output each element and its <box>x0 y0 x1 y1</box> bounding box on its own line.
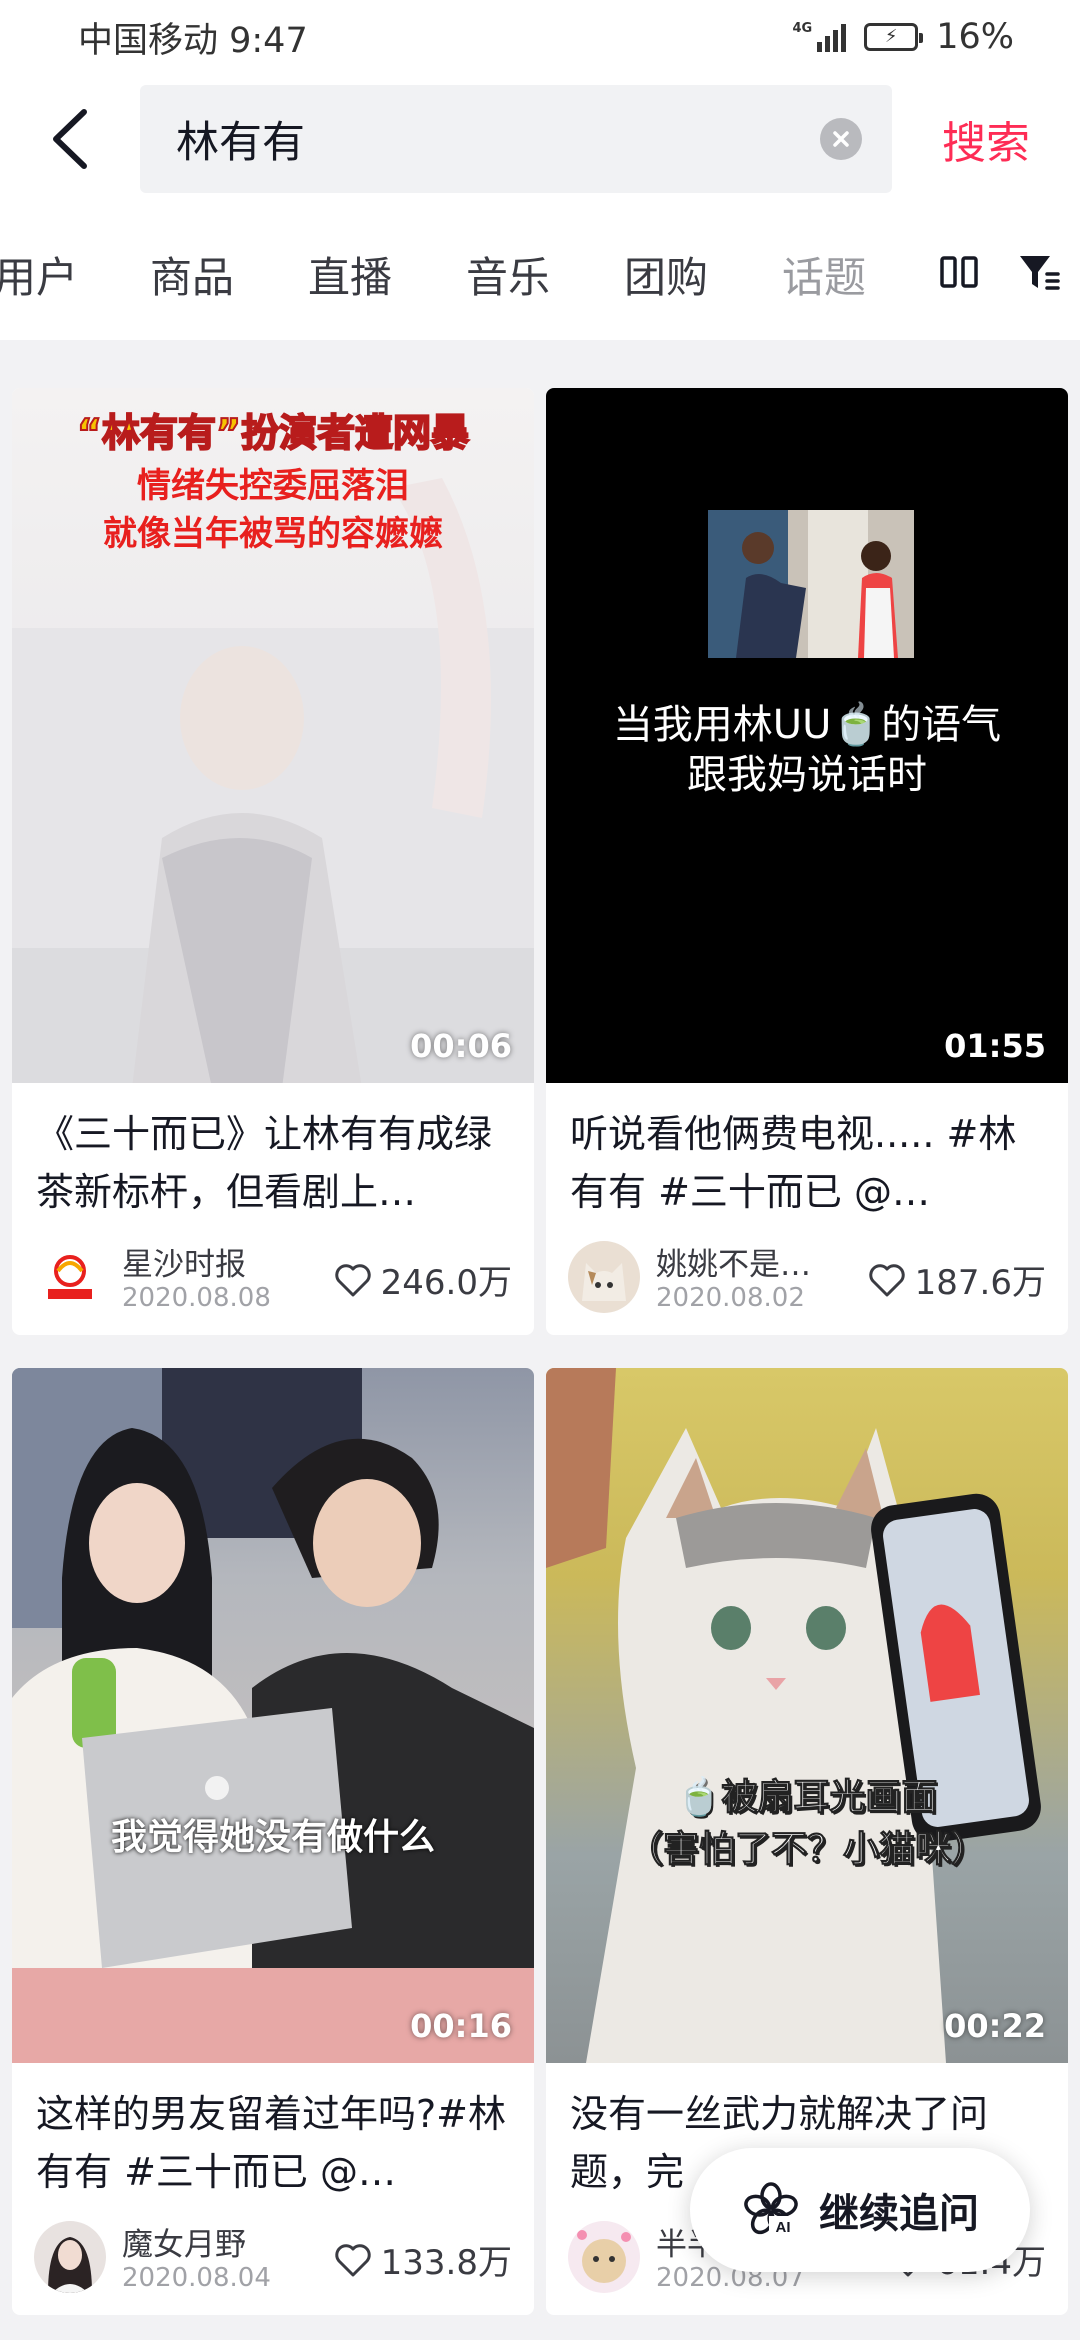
like-count[interactable]: 133.8万 <box>333 2235 512 2284</box>
video-title[interactable]: 这样的男友留着过年吗?#林有有 #三十而已 @… <box>12 2063 534 2205</box>
battery-percent: 16% <box>936 17 1014 57</box>
search-query[interactable]: 林有有 <box>176 108 820 170</box>
video-meta: 星沙时报 2020.08.08 246.0万 <box>12 1225 534 1335</box>
tab-group-buy[interactable]: 团购 <box>624 244 708 305</box>
publish-date: 2020.08.08 <box>122 1283 271 1313</box>
video-thumbnail[interactable]: “林有有”扮演者遭网暴 情绪失控委屈落泪 就像当年被骂的容嬷嬷 00:06 <box>12 388 534 1083</box>
status-bar: 中国移动 9:47 4G ⚡ 16% <box>0 0 1080 74</box>
filter-icon[interactable] <box>1017 252 1061 292</box>
video-card[interactable]: 当我用林UU🍵的语气 跟我妈说话时 01:55 听说看他俩费电视..... #林… <box>546 388 1068 1335</box>
video-duration: 01:55 <box>944 1027 1046 1065</box>
avatar[interactable] <box>34 2221 106 2293</box>
video-title[interactable]: 听说看他俩费电视..... #林有有 #三十而已 @… <box>546 1083 1068 1225</box>
tab-users[interactable]: 用户 <box>0 244 78 305</box>
thumbnail-headline: 当我用林UU🍵的语气 <box>612 702 1002 748</box>
video-thumbnail[interactable]: 🍵被扇耳光画面 （害怕了不？小猫咪） 00:22 <box>546 1368 1068 2063</box>
user-avatar-icon <box>48 2237 92 2293</box>
grid-layout-icon[interactable] <box>939 255 979 289</box>
thumbnail-subline: 跟我妈说话时 <box>687 752 927 798</box>
video-duration: 00:22 <box>944 2007 1046 2045</box>
like-count-value: 187.6万 <box>914 1263 1046 1303</box>
avatar[interactable] <box>34 1241 106 1313</box>
video-meta: 姚姚不是… 2020.08.02 187.6万 <box>546 1225 1068 1335</box>
video-duration: 00:06 <box>410 1027 512 1065</box>
status-indicators: 4G ⚡ 16% <box>792 17 1080 57</box>
like-count-value: 246.0万 <box>380 1263 512 1303</box>
ai-icon-text: AI <box>776 2219 791 2236</box>
thumbnail-headline: 🍵被扇耳光画面 <box>676 1777 938 1819</box>
publisher-logo-icon <box>48 1255 92 1299</box>
heart-icon <box>868 1263 905 1296</box>
tab-products[interactable]: 商品 <box>150 244 234 305</box>
continue-ask-label: 继续追问 <box>819 2191 979 2237</box>
like-count[interactable]: 187.6万 <box>867 1255 1046 1304</box>
network-type: 4G <box>792 21 813 36</box>
tab-topics[interactable]: 话题 <box>782 244 866 305</box>
video-card[interactable]: 我觉得她没有做什么 00:16 这样的男友留着过年吗?#林有有 #三十而已 @…… <box>12 1368 534 2315</box>
video-title[interactable]: 《三十而已》让林有有成绿茶新标杆，但看剧上… <box>12 1083 534 1225</box>
thumbnail-subline: （害怕了不？小猫咪） <box>626 1829 987 1871</box>
tabs-actions <box>900 204 1080 340</box>
continue-ask-button[interactable]: AI 继续追问 <box>690 2148 1030 2272</box>
thumbnail-scene <box>12 1368 534 2063</box>
dog-avatar-icon <box>577 2230 631 2283</box>
thumbnail-scene <box>546 1368 1041 2063</box>
author-name[interactable]: 姚姚不是… <box>656 1239 811 1284</box>
category-tabs: 用户 商品 直播 音乐 团购 话题 <box>0 204 1080 340</box>
video-meta: 魔女月野 2020.08.04 133.8万 <box>12 2205 534 2315</box>
video-thumbnail[interactable]: 我觉得她没有做什么 00:16 <box>12 1368 534 2063</box>
chevron-left-icon <box>53 109 87 169</box>
clear-icon[interactable] <box>820 118 862 160</box>
tab-live[interactable]: 直播 <box>308 244 392 305</box>
video-card[interactable]: “林有有”扮演者遭网暴 情绪失控委屈落泪 就像当年被骂的容嬷嬷 00:06 《三… <box>12 388 534 1335</box>
publish-date: 2020.08.02 <box>656 1283 805 1313</box>
search-button[interactable]: 搜索 <box>892 107 1080 171</box>
like-count-value: 133.8万 <box>380 2243 512 2283</box>
search-header: 林有有 搜索 <box>0 74 1080 204</box>
search-input[interactable]: 林有有 <box>140 85 892 193</box>
tab-music[interactable]: 音乐 <box>466 244 550 305</box>
battery-icon: ⚡ <box>864 23 924 51</box>
like-count[interactable]: 246.0万 <box>333 1255 512 1304</box>
thumbnail-caption: 我觉得她没有做什么 <box>110 1817 435 1858</box>
author-name[interactable]: 魔女月野 <box>122 2219 246 2264</box>
thumbnail-subline: 情绪失控委屈落泪 <box>137 466 409 506</box>
avatar[interactable] <box>568 2221 640 2293</box>
ai-flower-icon: AI <box>744 2182 798 2236</box>
author-name[interactable]: 星沙时报 <box>122 1239 246 1284</box>
cat-avatar-icon <box>582 1263 626 1301</box>
heart-icon <box>334 1263 371 1296</box>
avatar[interactable] <box>568 1241 640 1313</box>
signal-icon: 4G <box>792 21 847 52</box>
video-duration: 00:16 <box>410 2007 512 2045</box>
carrier-time: 中国移动 9:47 <box>78 20 308 61</box>
heart-icon <box>334 2243 371 2276</box>
publish-date: 2020.08.04 <box>122 2263 271 2293</box>
thumbnail-headline: “林有有”扮演者遭网暴 <box>76 410 470 456</box>
video-thumbnail[interactable]: 当我用林UU🍵的语气 跟我妈说话时 01:55 <box>546 388 1068 1083</box>
thumbnail-subline: 就像当年被骂的容嬷嬷 <box>103 514 443 554</box>
back-button[interactable] <box>0 74 140 204</box>
